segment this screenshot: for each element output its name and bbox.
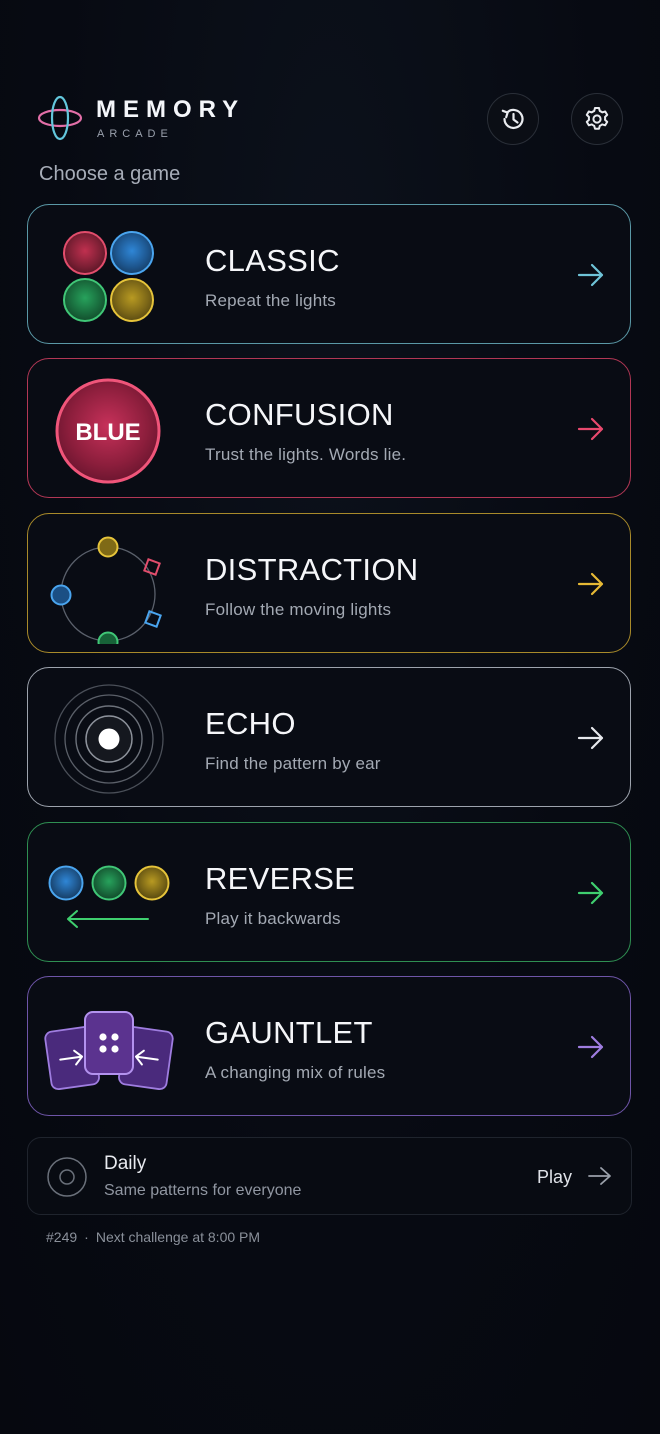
game-card-gauntlet[interactable]: GAUNTLET A changing mix of rules <box>27 976 631 1116</box>
game-card-distraction[interactable]: DISTRACTION Follow the moving lights <box>27 513 631 653</box>
history-button[interactable] <box>487 93 539 145</box>
next-challenge-time: Next challenge at 8:00 PM <box>95 1229 261 1245</box>
arrow-right-icon <box>577 417 604 441</box>
reverse-lights-icon <box>48 865 170 928</box>
game-card-confusion[interactable]: BLUE CONFUSION Trust the lights. Words l… <box>27 358 631 498</box>
game-description: Repeat the lights <box>205 291 336 310</box>
arrow-right-icon <box>577 572 604 596</box>
game-card-classic[interactable]: CLASSIC Repeat the lights <box>27 204 631 344</box>
game-title: CLASSIC <box>205 243 340 278</box>
section-label: Choose a game <box>39 163 181 185</box>
arrow-right-icon <box>577 881 604 905</box>
game-description: Trust the lights. Words lie. <box>205 445 407 464</box>
game-card-reverse[interactable]: REVERSE Play it backwards <box>27 822 631 962</box>
daily-footer-note: #249 · Next challenge at 8:00 PM <box>46 1229 260 1245</box>
confusion-word: BLUE <box>75 419 140 446</box>
challenge-number: #249 <box>46 1229 78 1245</box>
settings-button[interactable] <box>571 93 623 145</box>
distraction-orbit-icon <box>50 536 162 644</box>
game-description: Find the pattern by ear <box>205 754 381 773</box>
blue-light <box>110 231 154 275</box>
daily-challenge-card[interactable]: Daily Same patterns for everyone Play <box>27 1137 632 1215</box>
separator-dot: · <box>84 1229 89 1245</box>
game-title: ECHO <box>205 706 296 741</box>
arrow-right-icon <box>588 1167 611 1185</box>
orbit-logo-icon <box>37 95 83 141</box>
game-title: DISTRACTION <box>205 552 419 587</box>
game-description: A changing mix of rules <box>205 1063 386 1082</box>
game-title: GAUNTLET <box>205 1015 373 1050</box>
game-description: Follow the moving lights <box>205 600 392 619</box>
daily-title: Daily <box>104 1153 147 1174</box>
echo-ripples-icon <box>54 684 164 794</box>
green-light <box>63 278 107 322</box>
red-light <box>63 231 107 275</box>
daily-subtitle: Same patterns for everyone <box>104 1182 302 1199</box>
arrow-right-icon <box>577 1035 604 1059</box>
arrow-right-icon <box>577 726 604 750</box>
game-title: CONFUSION <box>205 397 394 432</box>
confusion-word-light-icon: BLUE <box>55 378 161 484</box>
arrow-right-icon <box>577 263 604 287</box>
history-icon <box>501 108 524 129</box>
yellow-light <box>110 278 154 322</box>
game-description: Play it backwards <box>205 909 341 928</box>
gear-icon <box>585 107 609 130</box>
gauntlet-cards-icon <box>44 1011 174 1091</box>
game-card-echo[interactable]: ECHO Find the pattern by ear <box>27 667 631 807</box>
app-subtitle: ARCADE <box>97 128 173 140</box>
classic-four-lights-icon <box>63 231 154 322</box>
daily-play-label[interactable]: Play <box>537 1167 572 1188</box>
app-title: MEMORY <box>96 96 246 123</box>
target-icon <box>47 1157 87 1197</box>
game-title: REVERSE <box>205 861 356 896</box>
